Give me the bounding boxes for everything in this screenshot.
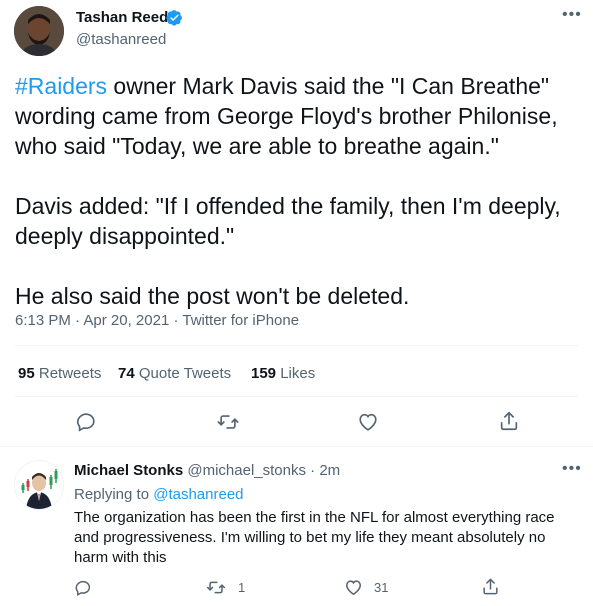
retweets-stat[interactable]: 95 Retweets	[18, 365, 101, 382]
tweet-text: #Raiders owner Mark Davis said the "I Ca…	[15, 71, 580, 311]
more-icon[interactable]: •••	[562, 6, 582, 24]
reply-like-count: 31	[374, 580, 389, 595]
reply-more-icon[interactable]: •••	[562, 460, 582, 478]
divider	[0, 446, 593, 447]
reply-avatar[interactable]	[14, 460, 64, 510]
retweet-icon[interactable]	[216, 411, 240, 433]
tweet-date[interactable]: Apr 20, 2021	[83, 312, 169, 329]
reply-author-name[interactable]: Michael Stonks	[74, 462, 183, 479]
author-name[interactable]: Tashan Reed	[76, 9, 168, 26]
divider	[15, 345, 578, 346]
author-handle[interactable]: @tashanreed	[76, 31, 166, 48]
divider	[15, 396, 578, 397]
author-avatar[interactable]	[14, 6, 64, 56]
tweet-paragraph-3: He also said the post won't be deleted.	[15, 283, 410, 309]
reply-header: Michael Stonks @michael_stonks · 2m	[74, 462, 341, 479]
reply-author-handle[interactable]: @michael_stonks	[187, 462, 306, 479]
reply-retweet-count: 1	[238, 580, 246, 595]
reply-text: The organization has been the first in t…	[74, 509, 555, 566]
tweet-source[interactable]: Twitter for iPhone	[182, 312, 299, 329]
hashtag-link[interactable]: #Raiders	[15, 73, 107, 99]
likes-stat[interactable]: 159 Likes	[251, 365, 315, 382]
reply-icon[interactable]	[75, 411, 97, 433]
share-icon[interactable]	[498, 410, 520, 432]
reply-share-icon[interactable]	[481, 577, 500, 596]
quote-tweets-stat[interactable]: 74 Quote Tweets	[118, 365, 231, 382]
tweet-paragraph-1: #Raiders owner Mark Davis said the "I Ca…	[15, 71, 580, 161]
like-icon[interactable]	[357, 411, 379, 433]
tweet-paragraph-2: Davis added: "If I offended the family, …	[15, 193, 561, 249]
tweet-timestamp: 6:13 PM · Apr 20, 2021 · Twitter for iPh…	[15, 312, 300, 329]
reply-reply-icon[interactable]	[74, 579, 92, 597]
verified-badge-icon	[166, 9, 183, 26]
replying-to: Replying to @tashanreed	[74, 486, 244, 503]
reply-retweet-icon[interactable]	[206, 578, 226, 597]
replying-to-link[interactable]: @tashanreed	[153, 486, 243, 503]
reply-like-icon[interactable]	[344, 578, 363, 597]
reply-time[interactable]: 2m	[319, 462, 340, 479]
tweet-time[interactable]: 6:13 PM	[15, 312, 71, 329]
